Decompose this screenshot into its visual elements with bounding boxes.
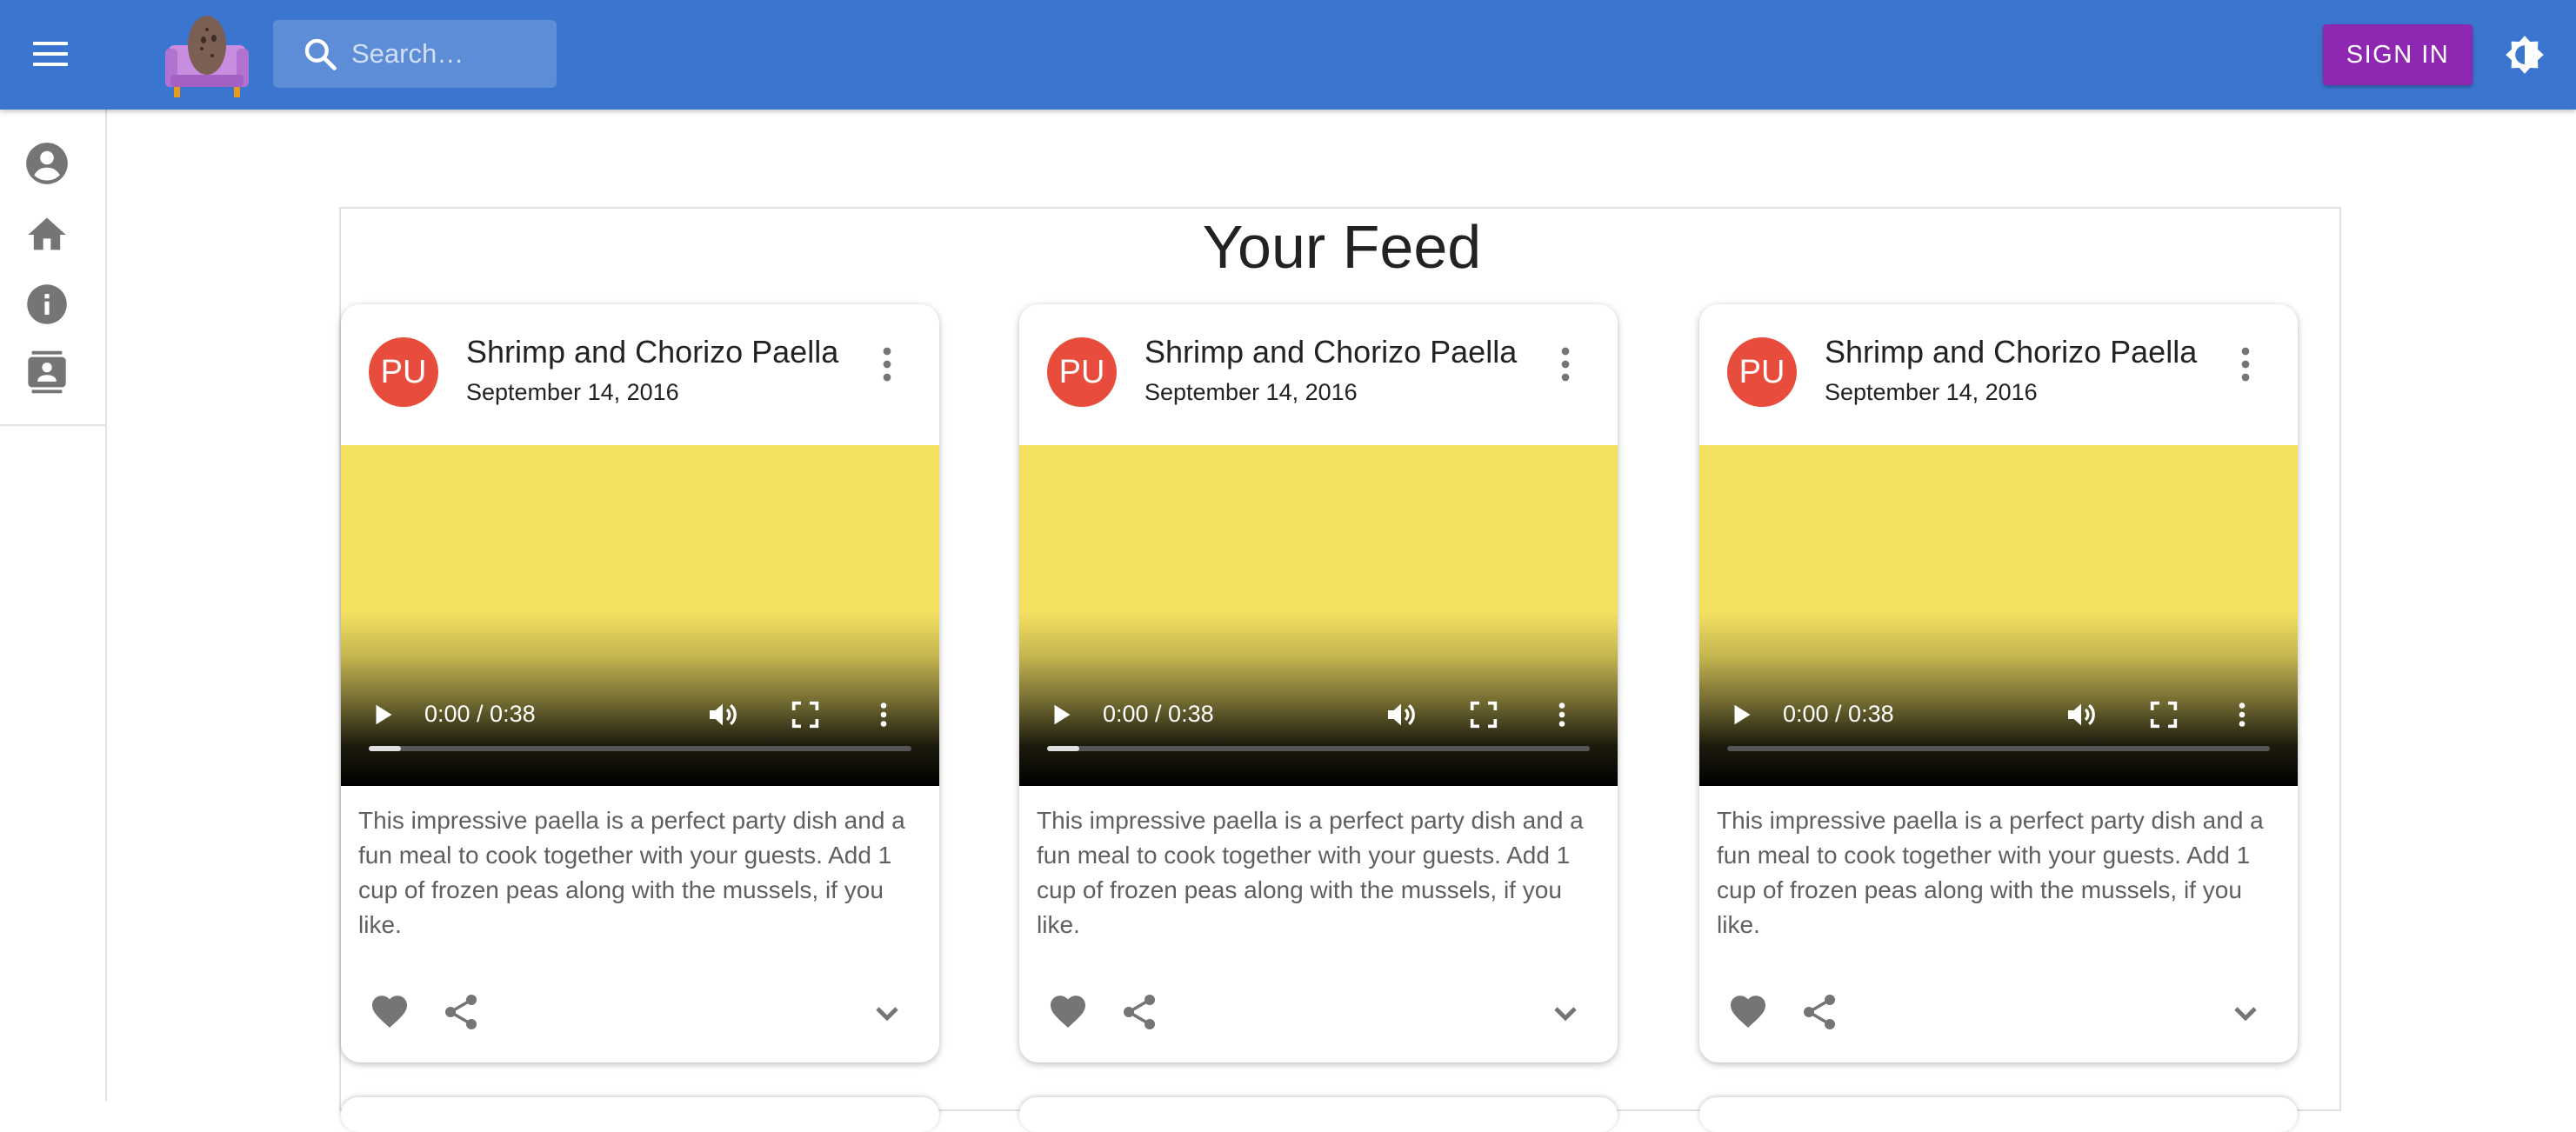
favorite-icon[interactable] xyxy=(1045,991,1091,1033)
card-date: September 14, 2016 xyxy=(466,379,679,405)
avatar: PU xyxy=(369,337,438,407)
card-description: This impressive paella is a perfect part… xyxy=(1717,807,2264,938)
avatar: PU xyxy=(1047,337,1117,407)
share-icon[interactable] xyxy=(1799,991,1840,1033)
more-vert-icon[interactable] xyxy=(870,343,904,386)
fullscreen-icon[interactable] xyxy=(1466,697,1501,732)
card-description: This impressive paella is a perfect part… xyxy=(1037,807,1584,938)
more-vert-icon[interactable] xyxy=(2228,343,2263,386)
expand-more-icon[interactable] xyxy=(2225,993,2266,1035)
video-options-icon[interactable] xyxy=(2226,697,2258,732)
recipe-card xyxy=(1019,1097,1618,1132)
home-icon[interactable] xyxy=(24,212,70,257)
card-date: September 14, 2016 xyxy=(1145,379,1358,405)
page-title: Your Feed xyxy=(1202,213,1482,281)
card-title: Shrimp and Chorizo Paella xyxy=(1145,334,1518,370)
rail-divider xyxy=(0,424,107,426)
info-icon[interactable] xyxy=(24,282,70,327)
recipe-card xyxy=(341,1097,939,1132)
volume-icon[interactable] xyxy=(2063,697,2099,732)
menu-icon[interactable] xyxy=(26,31,75,77)
video-time: 0:00 / 0:38 xyxy=(424,701,536,727)
fullscreen-icon[interactable] xyxy=(788,697,823,732)
video-progress-bar[interactable] xyxy=(1047,746,1590,751)
favorite-icon[interactable] xyxy=(367,991,412,1033)
expand-more-icon[interactable] xyxy=(866,993,908,1035)
fullscreen-icon[interactable] xyxy=(2146,697,2181,732)
video-player[interactable]: 0:00 / 0:38 xyxy=(341,445,939,786)
video-player[interactable]: 0:00 / 0:38 xyxy=(1019,445,1618,786)
video-buffered xyxy=(369,746,402,751)
share-icon[interactable] xyxy=(1118,991,1160,1033)
video-buffered xyxy=(1047,746,1080,751)
play-icon[interactable] xyxy=(367,697,398,732)
video-options-icon[interactable] xyxy=(868,697,899,732)
card-description: This impressive paella is a perfect part… xyxy=(358,807,905,938)
favorite-icon[interactable] xyxy=(1725,991,1771,1033)
search-input[interactable] xyxy=(351,38,543,70)
recipe-card: PU Shrimp and Chorizo Paella September 1… xyxy=(1699,304,2298,1062)
volume-icon[interactable] xyxy=(704,697,741,732)
contact-card-icon[interactable] xyxy=(24,350,70,395)
card-title: Shrimp and Chorizo Paella xyxy=(466,334,839,370)
feed-container: Your Feed PU Shrimp and Chorizo Paella S… xyxy=(339,207,2341,1132)
recipe-card: PU Shrimp and Chorizo Paella September 1… xyxy=(1019,304,1618,1062)
video-progress-bar[interactable] xyxy=(369,746,911,751)
search-icon xyxy=(304,38,337,70)
sign-in-button[interactable]: SIGN IN xyxy=(2323,24,2473,85)
card-title: Shrimp and Chorizo Paella xyxy=(1825,334,2198,370)
video-progress-bar[interactable] xyxy=(1727,746,2270,751)
share-icon[interactable] xyxy=(440,991,482,1033)
side-navigation xyxy=(0,110,107,1101)
video-time: 0:00 / 0:38 xyxy=(1783,701,1894,727)
play-icon[interactable] xyxy=(1725,697,1757,732)
more-vert-icon[interactable] xyxy=(1548,343,1583,386)
video-options-icon[interactable] xyxy=(1546,697,1578,732)
brightness-icon[interactable] xyxy=(2503,33,2546,77)
play-icon[interactable] xyxy=(1045,697,1077,732)
card-date: September 14, 2016 xyxy=(1825,379,2038,405)
potato-on-couch-logo[interactable] xyxy=(165,10,249,97)
recipe-card xyxy=(1699,1097,2298,1132)
account-circle-icon[interactable] xyxy=(24,141,70,186)
recipe-card: PU Shrimp and Chorizo Paella September 1… xyxy=(341,304,939,1062)
video-player[interactable]: 0:00 / 0:38 xyxy=(1699,445,2298,786)
video-time: 0:00 / 0:38 xyxy=(1103,701,1214,727)
volume-icon[interactable] xyxy=(1383,697,1419,732)
search-bar[interactable] xyxy=(273,20,557,88)
avatar: PU xyxy=(1727,337,1797,407)
expand-more-icon[interactable] xyxy=(1545,993,1586,1035)
app-bar: SIGN IN xyxy=(0,0,2576,110)
